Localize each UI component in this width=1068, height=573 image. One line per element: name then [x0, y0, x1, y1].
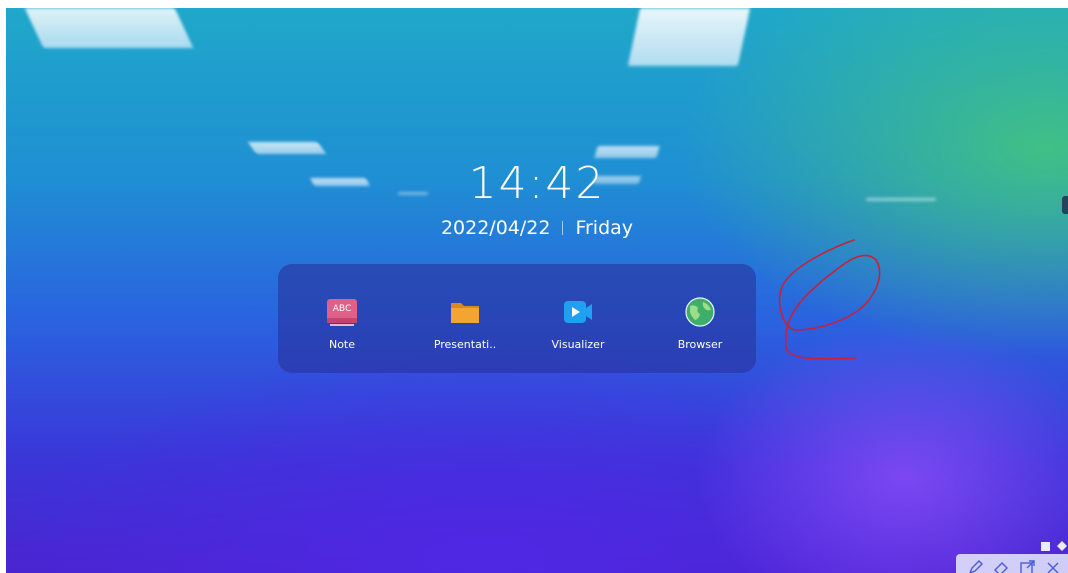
- ceiling-light-reflection: [24, 8, 194, 48]
- ink-annotation: [778, 239, 881, 360]
- app-label: Note: [328, 338, 356, 351]
- date-separator: [562, 221, 564, 235]
- pen-icon[interactable]: [966, 559, 984, 573]
- ceiling-light-reflection: [594, 146, 660, 158]
- photo-frame: 14:42 2022/04/22 Friday ABC Note Present…: [0, 0, 1068, 573]
- toolbar-grip-icon[interactable]: [1039, 540, 1068, 552]
- note-icon-text: ABC: [332, 304, 352, 314]
- close-icon[interactable]: [1044, 559, 1062, 573]
- app-browser[interactable]: Browser: [640, 264, 760, 373]
- ceiling-light-reflection: [247, 142, 327, 154]
- folder-icon: [451, 303, 479, 323]
- export-icon[interactable]: [1018, 559, 1036, 573]
- eraser-icon[interactable]: [992, 559, 1010, 573]
- annotation-toolbar: [956, 554, 1068, 573]
- ceiling-light-reflection: [627, 8, 751, 66]
- side-drawer-handle[interactable]: [1062, 196, 1068, 214]
- globe-icon: [685, 297, 715, 327]
- app-label: Presentati..: [433, 338, 497, 351]
- app-label: Visualizer: [551, 338, 605, 351]
- app-label: Browser: [677, 338, 723, 351]
- video-camera-icon: [564, 301, 592, 323]
- app-note[interactable]: ABC Note: [282, 264, 402, 373]
- interactive-display-screen: 14:42 2022/04/22 Friday ABC Note Present…: [6, 8, 1068, 573]
- app-presentation[interactable]: Presentati..: [405, 264, 525, 373]
- app-dock: ABC Note Presentati.. Visualizer Browser: [278, 264, 756, 373]
- app-visualizer[interactable]: Visualizer: [518, 264, 638, 373]
- clock-time: 14:42: [468, 158, 606, 209]
- clock-date: 2022/04/22: [440, 217, 551, 239]
- clock-weekday: Friday: [575, 217, 634, 239]
